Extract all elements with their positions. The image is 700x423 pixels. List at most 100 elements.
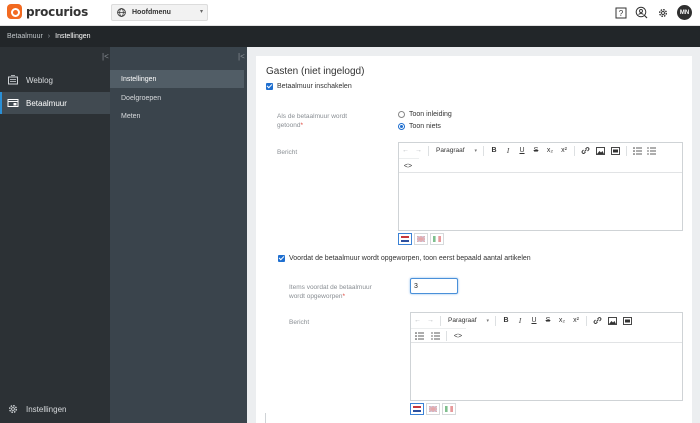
- required-mark: *: [300, 122, 304, 129]
- language-switch: [398, 233, 446, 245]
- source-code-button[interactable]: <>: [399, 159, 417, 174]
- enable-paywall-checkbox[interactable]: Betaalmuur inschakelen: [266, 83, 352, 90]
- undo-icon[interactable]: ←: [399, 143, 412, 158]
- svg-text:?: ?: [618, 9, 623, 18]
- bullet-list-icon[interactable]: [630, 143, 644, 158]
- section-divider: [265, 413, 266, 423]
- nav-item-betaalmuur[interactable]: Betaalmuur: [0, 92, 110, 114]
- collapse-nav-icon[interactable]: |<: [102, 52, 109, 61]
- shown-label-line-1: Als de betaalmuur wordt: [277, 113, 348, 120]
- radio-show-nothing[interactable]: Toon niets: [398, 123, 441, 130]
- main-content: Gasten (niet ingelogd) Betaalmuur inscha…: [247, 47, 700, 423]
- link-icon[interactable]: [578, 143, 593, 158]
- italic-button[interactable]: I: [513, 313, 527, 328]
- undo-icon[interactable]: ←: [411, 313, 424, 328]
- radio-label: Toon inleiding: [409, 111, 452, 118]
- search-user-icon[interactable]: [635, 6, 648, 19]
- lang-nl-flag-icon[interactable]: [398, 233, 412, 245]
- show-articles-first-label: Voordat de betaalmuur wordt opgeworpen, …: [289, 255, 531, 262]
- underline-button[interactable]: U: [527, 313, 541, 328]
- nav-item-weblog[interactable]: Weblog: [0, 69, 110, 91]
- breadcrumb-item-betaalmuur[interactable]: Betaalmuur: [7, 33, 43, 40]
- main-menu-select[interactable]: Hoofdmenu ▾: [111, 4, 208, 21]
- lang-it-flag-icon[interactable]: [442, 403, 456, 415]
- checkbox-checked-icon: [266, 83, 273, 90]
- logo-icon: [7, 4, 22, 19]
- source-code-button[interactable]: <>: [450, 329, 466, 344]
- shown-field-label: Als de betaalmuur wordt getoond*: [277, 112, 347, 130]
- image-icon[interactable]: [605, 313, 620, 328]
- underline-button[interactable]: U: [515, 143, 529, 158]
- subscript-button[interactable]: x₂: [543, 143, 557, 158]
- breadcrumb-item-instellingen: Instellingen: [55, 33, 91, 40]
- main-menu-label: Hoofdmenu: [132, 9, 171, 16]
- nav-item-label: Weblog: [26, 75, 53, 85]
- subnav-item-meten[interactable]: Meten: [110, 107, 244, 125]
- help-icon[interactable]: ?: [614, 6, 627, 19]
- logo-text: procurios: [26, 4, 89, 19]
- bold-button[interactable]: B: [499, 313, 513, 328]
- message-label: Bericht: [277, 149, 298, 156]
- message-label-2: Bericht: [289, 319, 310, 326]
- radio-selected-icon: [398, 123, 405, 130]
- items-label-line-1: Items voordat de betaalmuur: [289, 284, 372, 291]
- subscript-button[interactable]: x₂: [555, 313, 569, 328]
- gear-icon: [9, 405, 17, 413]
- image-icon[interactable]: [593, 143, 608, 158]
- strikethrough-button[interactable]: S: [541, 313, 555, 328]
- subnav-item-doelgroepen[interactable]: Doelgroepen: [110, 89, 244, 107]
- media-icon[interactable]: [608, 143, 623, 158]
- settings-card: Gasten (niet ingelogd) Betaalmuur inscha…: [256, 56, 692, 423]
- redo-icon[interactable]: →: [412, 143, 425, 158]
- lang-en-flag-icon[interactable]: [414, 233, 428, 245]
- collapse-subnav-icon[interactable]: |<: [238, 52, 245, 61]
- lang-en-flag-icon[interactable]: [426, 403, 440, 415]
- nav-item-settings[interactable]: Instellingen: [0, 398, 110, 420]
- superscript-button[interactable]: x²: [557, 143, 571, 158]
- radio-label: Toon niets: [409, 123, 441, 130]
- bold-button[interactable]: B: [487, 143, 501, 158]
- language-switch-2: [410, 403, 458, 415]
- lang-nl-flag-icon[interactable]: [410, 403, 424, 415]
- show-articles-first-checkbox[interactable]: Voordat de betaalmuur wordt opgeworpen, …: [278, 255, 531, 262]
- chevron-down-icon: ▾: [199, 9, 203, 15]
- numbered-list-icon[interactable]: [427, 329, 443, 344]
- logo[interactable]: procurios: [7, 4, 88, 19]
- message-editor[interactable]: ← → Paragraaf ▾ B I U S x₂ x² <>: [398, 142, 683, 231]
- left-nav: |< Weblog Betaalmuur Instellingen: [0, 47, 110, 423]
- paywall-icon: [7, 99, 19, 107]
- media-icon[interactable]: [620, 313, 635, 328]
- link-icon[interactable]: [590, 313, 605, 328]
- nav-item-label: Betaalmuur: [26, 98, 67, 108]
- paragraph-select[interactable]: Paragraaf ▾: [432, 147, 480, 154]
- sub-nav: |< Instellingen Doelgroepen Meten: [110, 47, 247, 423]
- breadcrumb: Betaalmuur › Instellingen: [0, 26, 700, 47]
- checkbox-checked-icon: [278, 255, 285, 262]
- chevron-down-icon: ▾: [474, 147, 477, 154]
- italic-button[interactable]: I: [501, 143, 515, 158]
- gear-icon[interactable]: [656, 6, 669, 19]
- paragraph-select[interactable]: Paragraaf ▾: [444, 317, 492, 324]
- redo-icon[interactable]: →: [424, 313, 437, 328]
- shown-label-line-2: getoond: [277, 122, 301, 129]
- enable-paywall-label: Betaalmuur inschakelen: [277, 83, 352, 90]
- paragraph-label: Paragraaf: [448, 317, 477, 324]
- items-label-line-2: wordt opgeworpen: [289, 293, 343, 300]
- required-mark: *: [342, 293, 346, 300]
- bullet-list-icon[interactable]: [411, 329, 427, 344]
- weblog-icon: [8, 75, 18, 85]
- items-count-input[interactable]: 3: [410, 278, 458, 294]
- numbered-list-icon[interactable]: [644, 143, 658, 158]
- message-editor-2[interactable]: ← → Paragraaf ▾ B I U S x₂ x² <>: [410, 312, 683, 401]
- top-bar: procurios Hoofdmenu ▾ ? MN: [0, 0, 700, 26]
- superscript-button[interactable]: x²: [569, 313, 583, 328]
- subnav-item-instellingen[interactable]: Instellingen: [110, 70, 244, 88]
- chevron-down-icon: ▾: [486, 317, 489, 324]
- nav-item-label: Instellingen: [26, 404, 67, 414]
- avatar[interactable]: MN: [677, 5, 692, 20]
- page-title: Gasten (niet ingelogd): [266, 66, 365, 77]
- radio-show-intro[interactable]: Toon inleiding: [398, 111, 452, 118]
- globe-icon: [117, 8, 126, 17]
- lang-it-flag-icon[interactable]: [430, 233, 444, 245]
- strikethrough-button[interactable]: S: [529, 143, 543, 158]
